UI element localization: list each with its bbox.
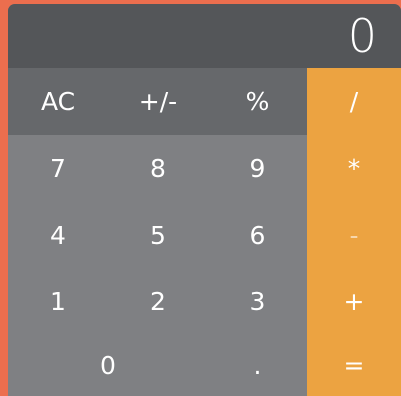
digit-6-button[interactable]: 6 (208, 202, 307, 268)
digit-3-button[interactable]: 3 (208, 268, 307, 334)
digit-4-button[interactable]: 4 (8, 202, 108, 268)
display-value: 0 (347, 9, 377, 63)
digit-7-button[interactable]: 7 (8, 135, 108, 202)
subtract-button[interactable]: - (307, 202, 401, 268)
digit-9-button[interactable]: 9 (208, 135, 307, 202)
clear-button[interactable]: AC (8, 68, 108, 135)
digit-2-button[interactable]: 2 (108, 268, 208, 334)
divide-button[interactable]: / (307, 68, 401, 135)
digit-8-button[interactable]: 8 (108, 135, 208, 202)
digit-0-button[interactable]: 0 (8, 334, 208, 396)
calculator: 0 AC +/- % / 7 8 9 * 4 5 6 - 1 2 3 + 0 .… (8, 4, 401, 396)
multiply-button[interactable]: * (307, 135, 401, 202)
percent-button[interactable]: % (208, 68, 307, 135)
display-panel: 0 (8, 4, 401, 68)
equals-button[interactable]: = (307, 334, 401, 396)
digit-1-button[interactable]: 1 (8, 268, 108, 334)
sign-toggle-button[interactable]: +/- (108, 68, 208, 135)
decimal-button[interactable]: . (208, 334, 307, 396)
add-button[interactable]: + (307, 268, 401, 334)
digit-5-button[interactable]: 5 (108, 202, 208, 268)
